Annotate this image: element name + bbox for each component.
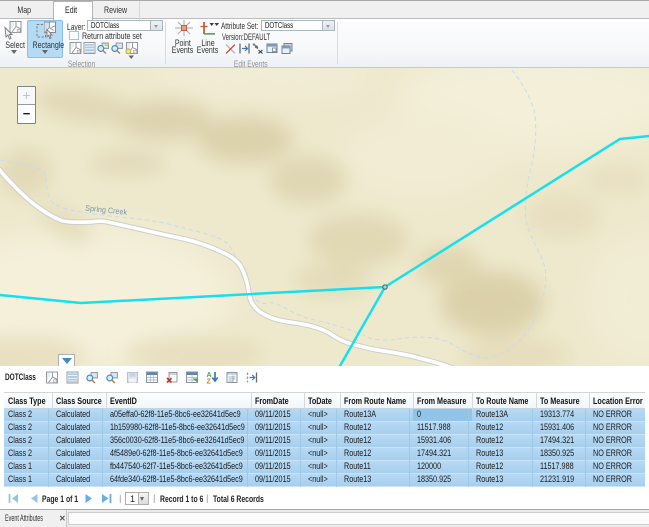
svg-text:Z: Z (207, 379, 212, 386)
